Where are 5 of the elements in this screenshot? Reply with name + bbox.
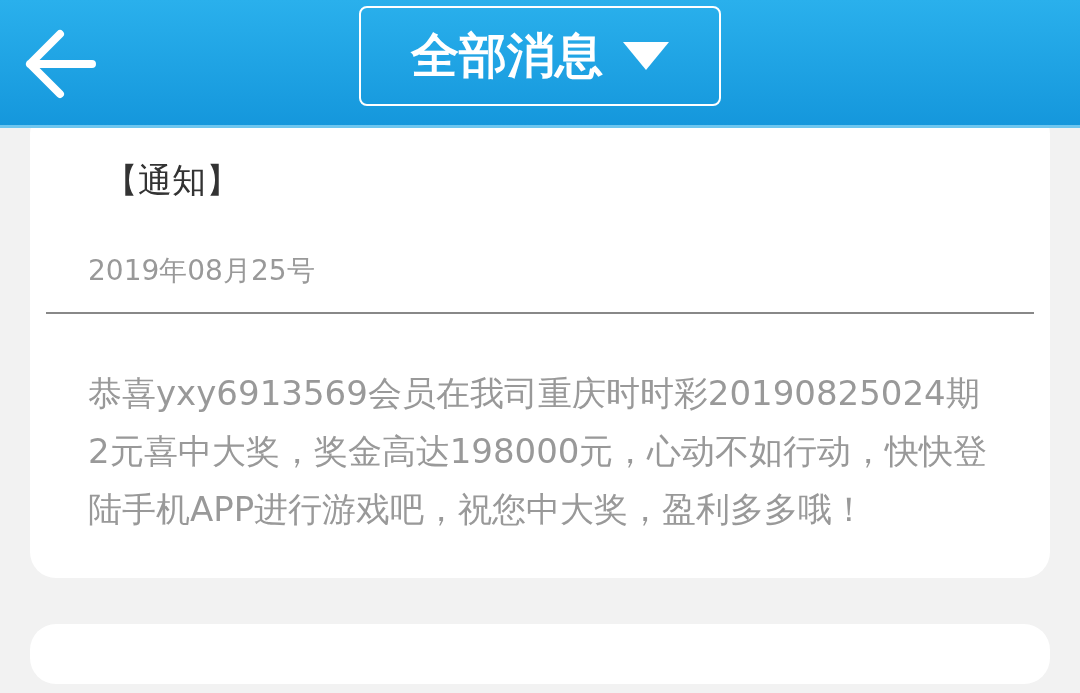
caret-icon [623, 41, 669, 70]
message-filter-dropdown[interactable]: 全部消息 [359, 5, 721, 106]
message-body: 恭喜yxy6913569会员在我司重庆时时彩20190825024期2元喜中大奖，奖金高达198000元，心动不如行动，快快登陆手机APP进行游戏吧，祝您中大奖，盈利多多哦！ [88, 372, 988, 531]
message-tag: 【通知】 [104, 158, 1034, 204]
message-date: 2019年08月25号 [88, 253, 316, 289]
